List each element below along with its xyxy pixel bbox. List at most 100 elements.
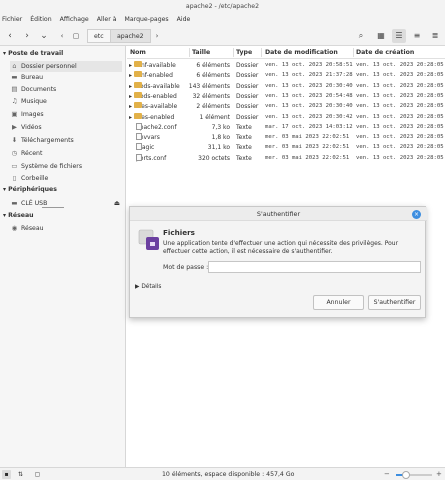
file-row[interactable]: ▸ conf-enabled 6 éléments Dossier ven. 13 oc…	[127, 71, 445, 80]
videos-icon: ▶	[12, 123, 17, 131]
zoom-slider[interactable]	[396, 471, 432, 479]
menu-bar: Fichier Édition Affichage Aller à Marque-pag…	[0, 13, 445, 26]
menu-edition[interactable]: Édition	[26, 13, 55, 26]
file-type: Dossier	[236, 92, 259, 100]
sidebar-item-images[interactable]: ▣ Images	[10, 109, 122, 120]
file-modified: mer. 03 mai 2023 22:02:51	[265, 144, 350, 151]
eject-icon[interactable]: ⏏	[114, 198, 120, 209]
expander-icon[interactable]: ▸	[129, 83, 132, 90]
expander-icon[interactable]: ▸	[129, 103, 132, 110]
chevron-right-icon[interactable]: ›	[150, 29, 164, 43]
authenticate-button[interactable]: S'authentifier	[368, 295, 421, 310]
sidebar-item-recent[interactable]: ◷ Récent	[10, 148, 122, 159]
breadcrumb-etc[interactable]: etc	[87, 29, 111, 43]
file-name-cell: ▸ sites-enabled	[129, 112, 174, 122]
file-modified: ven. 13 oct. 2023 20:30:40	[265, 82, 353, 89]
compact-view-icon[interactable]: ≡	[410, 29, 424, 43]
col-type[interactable]: Type	[236, 46, 252, 59]
cancel-button[interactable]: Annuler	[313, 295, 364, 310]
lock-app-icon	[138, 229, 160, 251]
music-icon: ♫	[11, 97, 18, 105]
hide-sidebar-icon[interactable]: ▢	[33, 470, 42, 479]
file-size: 2 éléments	[196, 103, 230, 111]
file-name-cell: ▸ conf-available	[129, 61, 176, 70]
sidebar-item-telechargements[interactable]: ⬇ Téléchargements	[10, 135, 122, 146]
grid-view-icon[interactable]: ▦	[374, 29, 388, 43]
file-created: ven. 13 oct. 2023 20:28:05	[356, 82, 444, 89]
col-modified[interactable]: Date de modification	[265, 46, 338, 59]
col-name[interactable]: Nom	[130, 46, 146, 59]
sidebar-item-systeme-de-fichiers[interactable]: ▭ Système de fichiers	[10, 161, 122, 172]
usb-icon: ▬	[11, 199, 18, 207]
file-row[interactable]: ▸ sites-enabled 1 élément Dossier ven. 13 oc…	[127, 112, 445, 122]
sidebar-item-musique[interactable]: ♫ Musique	[10, 96, 122, 107]
file-name: apache2.conf	[136, 123, 177, 131]
file-row[interactable]: ▸ mods-enabled 32 éléments Dossier ven. 13 o…	[127, 91, 445, 101]
window-title: apache2 - /etc/apache2	[0, 0, 445, 13]
tree-icon[interactable]: ⇅	[16, 470, 25, 479]
app-name: Fichiers	[163, 228, 195, 237]
file-row[interactable]: apache2.conf 7,3 ko Texte mar. 17 oct. 2023…	[127, 122, 445, 132]
drive-icon: ▭	[11, 162, 18, 170]
file-type: Texte	[236, 154, 252, 162]
sidebar-item-documents[interactable]: ▤ Documents	[10, 84, 122, 95]
list-view-icon[interactable]: ☰	[392, 29, 406, 43]
location-toggle-icon[interactable]: ▢	[69, 29, 83, 43]
close-icon[interactable]: ×	[412, 210, 421, 219]
file-created: ven. 13 oct. 2023 20:28:05	[356, 113, 444, 120]
file-row[interactable]: envvars 1,8 ko Texte mer. 03 mai 2023 22:02…	[127, 133, 445, 142]
forward-arrow-icon[interactable]: ›	[20, 29, 34, 43]
menu-fichier[interactable]: Fichier	[0, 13, 26, 26]
file-row[interactable]: ▸ conf-available 6 éléments Dossier ven. 13 …	[127, 61, 445, 70]
col-size[interactable]: Taille	[192, 46, 210, 59]
expander-icon[interactable]: ▸	[129, 62, 132, 69]
file-type: Texte	[236, 134, 252, 142]
menu-aide[interactable]: Aide	[173, 13, 195, 26]
file-row[interactable]: ▸ sites-available 2 éléments Dossier ven. 13…	[127, 102, 445, 111]
search-icon[interactable]: ⌕	[354, 29, 368, 43]
file-created: ven. 13 oct. 2023 20:28:05	[356, 134, 444, 141]
col-created[interactable]: Date de création	[356, 46, 414, 59]
sidebar-item-dossier-personnel[interactable]: ⌂ Dossier personnel	[10, 61, 122, 72]
zoom-slider-handle[interactable]	[402, 471, 410, 479]
menu-marque-pages[interactable]: Marque-pages	[121, 13, 173, 26]
file-size: 6 éléments	[196, 72, 230, 80]
sidebar-item-corbeille[interactable]: ▯ Corbeille	[10, 173, 122, 184]
file-row[interactable]: magic 31,1 ko Texte mer. 03 mai 2023 22:02:…	[127, 143, 445, 152]
status-text: 10 éléments, espace disponible : 457,4 G…	[162, 471, 295, 478]
toolbar: ‹ › ⌄ ‹ ▢ etc apache2 › ⌕ ▦ ☰ ≡ ≣	[0, 26, 445, 46]
file-row[interactable]: ports.conf 320 octets Texte mer. 03 mai 202…	[127, 153, 445, 163]
places-icon[interactable]: ▪	[2, 470, 11, 479]
expander-icon[interactable]: ▸	[129, 93, 132, 100]
file-created: ven. 13 oct. 2023 20:28:05	[356, 92, 444, 99]
expander-icon[interactable]: ▸	[129, 114, 132, 121]
menu-icon[interactable]: ≣	[428, 29, 442, 43]
zoom-in-icon[interactable]: +	[436, 468, 442, 480]
sidebar-item-cle-usb[interactable]: ▬ CLÉ USB ⏏	[10, 198, 122, 209]
password-field[interactable]	[208, 261, 421, 273]
breadcrumb-apache2[interactable]: apache2	[110, 29, 151, 43]
details-toggle[interactable]: ▶ Détails	[135, 284, 161, 290]
file-size: 6 éléments	[196, 62, 230, 69]
file-name-cell: magic	[129, 143, 154, 152]
toggle-left-icon[interactable]: ‹	[55, 29, 69, 43]
menu-aller-a[interactable]: Aller à	[93, 13, 121, 26]
back-arrow-icon[interactable]: ‹	[3, 29, 17, 43]
text-file-icon	[136, 153, 142, 161]
file-row[interactable]: ▸ mods-available 143 éléments Dossier ven. 1…	[127, 81, 445, 91]
expander-icon[interactable]: ▸	[129, 72, 132, 79]
sidebar-item-bureau[interactable]: ▬ Bureau	[10, 72, 122, 83]
home-icon: ⌂	[12, 62, 17, 70]
sidebar-item-videos[interactable]: ▶ Vidéos	[10, 122, 122, 133]
file-created: ven. 13 oct. 2023 20:28:05	[356, 123, 444, 130]
file-created: ven. 13 oct. 2023 20:28:05	[356, 144, 444, 151]
file-type: Texte	[236, 123, 252, 131]
parent-folder-icon[interactable]: ⌄	[37, 29, 51, 43]
menu-affichage[interactable]: Affichage	[56, 13, 93, 26]
file-created: ven. 13 oct. 2023 20:28:05	[356, 72, 444, 79]
file-type: Dossier	[236, 113, 259, 121]
zoom-out-icon[interactable]: −	[384, 468, 390, 480]
sidebar-item-reseau[interactable]: ◉ Réseau	[10, 223, 122, 234]
desktop-icon: ▬	[11, 73, 18, 81]
file-size: 1 élément	[199, 113, 230, 121]
